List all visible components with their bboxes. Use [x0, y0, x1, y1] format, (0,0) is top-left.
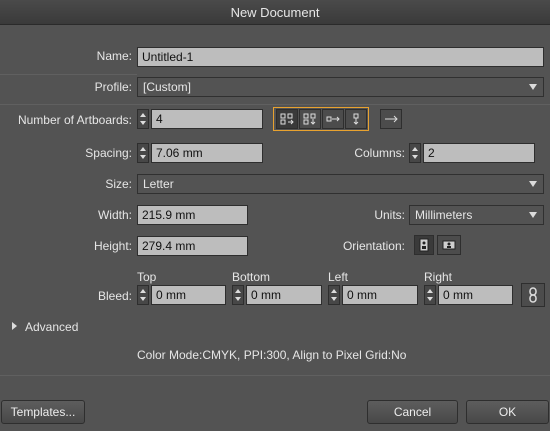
bleed-bottom-label: Bottom [232, 270, 271, 284]
window-title: New Document [0, 0, 550, 25]
bleed-label: Bleed: [97, 289, 132, 303]
profile-label: Profile: [94, 80, 132, 94]
link-icon[interactable] [521, 283, 545, 307]
chevron-down-icon [529, 212, 537, 218]
bleed-right-label: Right [424, 270, 453, 284]
spacing-field[interactable]: 7.06 mm [151, 143, 263, 163]
document-summary: Color Mode:CMYK, PPI:300, Align to Pixel… [137, 348, 407, 362]
right-to-left-layout-icon[interactable] [380, 109, 402, 129]
ok-button[interactable]: OK [466, 400, 549, 424]
bleed-bottom-field[interactable]: 0 mm [246, 285, 322, 305]
bleed-bottom-stepper[interactable] [232, 285, 244, 305]
artboards-count-field[interactable]: 4 [151, 109, 263, 129]
profile-value: [Custom] [143, 80, 192, 94]
templates-button[interactable]: Templates... [1, 400, 85, 424]
portrait-icon[interactable] [414, 235, 434, 255]
artboards-stepper[interactable] [137, 109, 149, 129]
bleed-top-label: Top [137, 270, 157, 284]
columns-stepper[interactable] [409, 143, 421, 163]
bleed-left-stepper[interactable] [328, 285, 340, 305]
columns-label: Columns: [354, 146, 405, 160]
arrange-by-column-icon[interactable] [345, 109, 367, 129]
orientation-label: Orientation: [342, 239, 405, 253]
bleed-left-label: Left [328, 270, 349, 284]
disclosure-triangle-icon[interactable] [12, 322, 17, 330]
bleed-right-stepper[interactable] [424, 285, 436, 305]
size-label: Size: [105, 177, 132, 191]
units-label: Units: [374, 208, 405, 222]
chevron-down-icon [529, 181, 537, 187]
grid-by-row-icon[interactable] [276, 109, 298, 129]
size-dropdown[interactable]: Letter [137, 174, 544, 194]
width-label: Width: [97, 208, 132, 222]
bleed-top-field[interactable]: 0 mm [151, 285, 226, 305]
spacing-label: Spacing: [85, 146, 132, 160]
width-field[interactable]: 215.9 mm [137, 205, 248, 225]
spacing-stepper[interactable] [137, 143, 149, 163]
divider [0, 104, 550, 105]
columns-field[interactable]: 2 [423, 143, 535, 163]
arrange-by-row-icon[interactable] [322, 109, 344, 129]
landscape-icon[interactable] [437, 235, 461, 255]
divider [0, 74, 137, 75]
chevron-down-icon [529, 84, 537, 90]
bleed-left-field[interactable]: 0 mm [342, 285, 418, 305]
profile-dropdown[interactable]: [Custom] [137, 77, 544, 97]
height-field[interactable]: 279.4 mm [137, 236, 248, 256]
bleed-top-stepper[interactable] [137, 285, 149, 305]
size-value: Letter [143, 177, 174, 191]
name-label: Name: [96, 49, 132, 63]
cancel-button[interactable]: Cancel [367, 400, 458, 424]
name-field[interactable]: Untitled-1 [137, 47, 544, 67]
units-value: Millimeters [415, 208, 473, 222]
artboards-label: Number of Artboards: [17, 113, 132, 127]
bleed-right-field[interactable]: 0 mm [438, 285, 513, 305]
advanced-toggle[interactable]: Advanced [25, 320, 78, 334]
height-label: Height: [93, 239, 132, 253]
grid-by-column-icon[interactable] [299, 109, 321, 129]
units-dropdown[interactable]: Millimeters [409, 205, 544, 225]
divider [0, 375, 550, 376]
